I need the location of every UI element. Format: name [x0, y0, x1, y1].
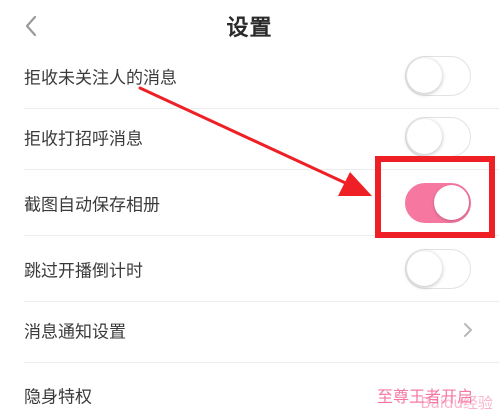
row-label: 跳过开播倒计时 — [24, 261, 143, 282]
toggle-knob — [407, 251, 442, 286]
watermark: Baidu经验 — [420, 394, 493, 412]
skip-countdown-toggle[interactable] — [405, 249, 471, 289]
settings-row-notification[interactable]: 消息通知设置 — [0, 297, 499, 363]
toggle-knob — [407, 58, 442, 93]
row-label: 消息通知设置 — [24, 322, 126, 343]
reject-unfollowed-toggle[interactable] — [405, 56, 471, 96]
settings-row-skip-countdown: 跳过开播倒计时 — [0, 236, 499, 302]
reject-greetings-toggle[interactable] — [405, 117, 471, 157]
row-label: 拒收打招呼消息 — [24, 129, 143, 150]
toggle-knob — [407, 119, 442, 154]
chevron-right-icon — [464, 323, 472, 337]
row-label: 截图自动保存相册 — [24, 195, 160, 216]
settings-row-reject-unfollowed: 拒收未关注人的消息 — [0, 43, 499, 109]
annotation-highlight-box — [375, 156, 495, 238]
row-label: 隐身特权 — [24, 387, 92, 408]
settings-screen: 设置 拒收未关注人的消息 拒收打招呼消息 截图自动保存相册 跳过开播倒计时 消息… — [0, 0, 499, 417]
row-label: 拒收未关注人的消息 — [24, 68, 177, 89]
page-title: 设置 — [226, 16, 273, 41]
